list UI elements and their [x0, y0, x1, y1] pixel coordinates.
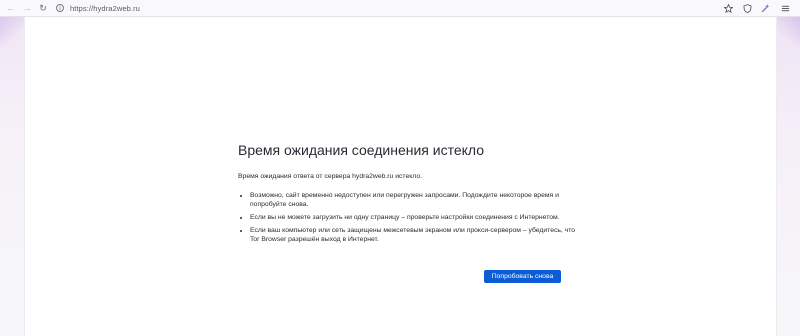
error-title: Время ожидания соединения истекло [238, 142, 485, 158]
window-frame-left [0, 16, 24, 336]
arrow-right-icon: → [22, 3, 32, 13]
site-info-icon[interactable]: i [56, 4, 64, 12]
try-again-button[interactable]: Попробовать снова [484, 270, 561, 283]
error-container: Время ожидания соединения истекло Время … [238, 141, 578, 248]
back-button[interactable]: ← [3, 0, 19, 16]
address-bar[interactable]: i https://hydra2web.ru [50, 2, 775, 14]
suggestion-item: Если ваш компьютер или сеть защищены меж… [250, 226, 578, 244]
window-frame-right [776, 16, 800, 336]
reload-button[interactable]: ↻ [35, 0, 51, 16]
menu-icon[interactable] [780, 3, 790, 13]
page-content: Время ожидания соединения истекло Время … [24, 17, 777, 336]
error-lead: Время ожидания ответа от сервера hydra2w… [238, 173, 422, 180]
bookmark-star-icon[interactable] [723, 3, 733, 13]
browser-toolbar: ← → ↻ i https://hydra2web.ru [0, 0, 800, 17]
suggestion-item: Если вы не можете загрузить ни одну стра… [250, 213, 578, 222]
browser-window: ← → ↻ i https://hydra2web.ru Время ожида… [0, 0, 800, 336]
suggestion-list: Возможно, сайт временно недоступен или п… [238, 191, 578, 244]
arrow-left-icon: ← [6, 3, 16, 13]
shield-icon[interactable] [742, 3, 752, 13]
forward-button[interactable]: → [19, 0, 35, 16]
suggestion-item: Возможно, сайт временно недоступен или п… [250, 191, 578, 209]
toolbar-actions [723, 2, 790, 14]
url-text[interactable]: https://hydra2web.ru [70, 4, 140, 13]
reload-icon: ↻ [39, 2, 47, 13]
extension-icon[interactable] [761, 3, 771, 13]
